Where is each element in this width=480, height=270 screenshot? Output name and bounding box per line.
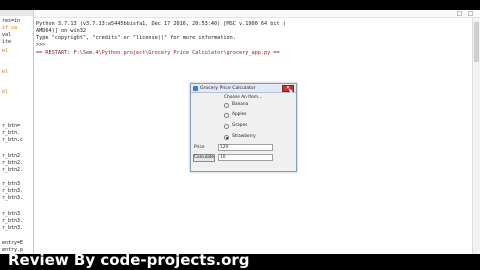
radio-apples-label: Apples bbox=[232, 112, 247, 117]
choose-item-label: Choose An Item... bbox=[224, 95, 263, 100]
editor-code-line: r_btn3. bbox=[2, 218, 24, 224]
radio-strawberry-label: Strawberry bbox=[232, 134, 256, 139]
quantity-field[interactable]: 10 bbox=[218, 154, 273, 161]
radio-grapes[interactable] bbox=[224, 124, 229, 129]
editor-code-line: r_btn= bbox=[2, 123, 21, 129]
price-field[interactable]: 120 bbox=[218, 144, 273, 151]
editor-code-line: r_btn2 bbox=[2, 153, 21, 159]
editor-code-line: r_btn.c bbox=[2, 137, 24, 143]
code-editor-window[interactable]: res=in if ca val ite el el el r_btn= r_btn. r_b… bbox=[0, 10, 34, 254]
editor-titlebar bbox=[0, 10, 33, 16]
editor-code-line: r_btn2. bbox=[2, 167, 24, 173]
shell-prompt: >>> bbox=[36, 42, 46, 48]
editor-code-line: ite bbox=[2, 39, 12, 45]
radio-apples[interactable] bbox=[224, 113, 229, 118]
shell-line-info: Type "copyright", "credits" or "license(… bbox=[36, 35, 236, 41]
dialog-title: Grocery Price Calculator bbox=[200, 86, 256, 91]
app-feather-icon bbox=[193, 86, 198, 91]
editor-code-line: el bbox=[2, 69, 9, 75]
screen: res=in if ca val ite el el el r_btn= r_btn. r_b… bbox=[0, 0, 480, 270]
editor-code-line: val bbox=[2, 32, 12, 38]
grocery-calculator-dialog[interactable]: Grocery Price Calculator ✕ Choose An Ite… bbox=[190, 83, 297, 172]
shell-line-restart: == RESTART: F:\Sem.4\Python project\Groc… bbox=[36, 50, 280, 56]
editor-code-line: el bbox=[2, 89, 9, 95]
dialog-titlebar[interactable]: Grocery Price Calculator ✕ bbox=[191, 84, 296, 93]
shell-line-version: Python 3.7.13 (v3.7.13:a5445bbisfa1, Dec… bbox=[36, 21, 286, 27]
editor-code-line: r_btn3. bbox=[2, 225, 24, 231]
radio-banana[interactable] bbox=[224, 103, 229, 108]
shell-line-platform: AMD64)] on win32 bbox=[36, 28, 86, 34]
editor-code-line: r_btn3 bbox=[2, 181, 21, 187]
price-label: Price bbox=[194, 145, 205, 150]
editor-code-line: r_btn3 bbox=[2, 211, 21, 217]
editor-code-line: r_btn2. bbox=[2, 160, 24, 166]
maximize-icon[interactable] bbox=[468, 11, 473, 16]
editor-code-line: entry=E bbox=[2, 240, 24, 246]
editor-code-line: el bbox=[2, 48, 9, 54]
editor-code-line: r_btn. bbox=[2, 130, 21, 136]
minimize-icon[interactable] bbox=[457, 11, 462, 16]
editor-code-line: r_btn3. bbox=[2, 188, 24, 194]
scrollbar-thumb[interactable] bbox=[474, 22, 479, 62]
editor-code-line: if ca bbox=[2, 25, 18, 31]
editor-code-line: r_btn3. bbox=[2, 195, 24, 201]
radio-grapes-label: Grapes bbox=[232, 123, 248, 128]
radio-strawberry[interactable] bbox=[224, 135, 229, 140]
editor-code-line: res=in bbox=[2, 18, 21, 24]
radio-banana-label: Banana bbox=[232, 102, 249, 107]
shell-scrollbar[interactable] bbox=[472, 18, 480, 254]
shell-titlebar bbox=[34, 10, 480, 18]
watermark-footer: Review By code-projects.org bbox=[8, 251, 250, 269]
calculate-button[interactable]: Calculate bbox=[193, 154, 215, 162]
